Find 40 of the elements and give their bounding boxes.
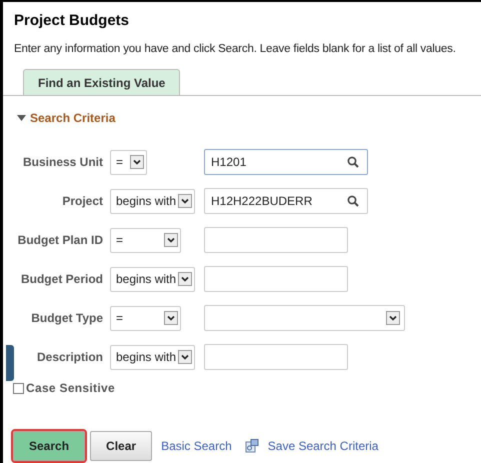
- search-icon[interactable]: [347, 195, 359, 207]
- search-icon[interactable]: [347, 156, 359, 168]
- clear-button[interactable]: Clear: [90, 431, 152, 461]
- field-label: Description: [36, 350, 103, 364]
- lookup-field[interactable]: H1201: [204, 149, 368, 175]
- operator-select[interactable]: begins with: [110, 344, 196, 370]
- operator-select[interactable]: =: [110, 150, 147, 174]
- operator-select[interactable]: begins with: [110, 188, 196, 214]
- input-field[interactable]: [204, 266, 348, 292]
- checkbox-label[interactable]: Case Sensitive: [26, 381, 115, 395]
- basic-search-link[interactable]: Basic Search: [161, 439, 232, 453]
- chevron-icon: [164, 233, 178, 247]
- operator-select[interactable]: begins with: [110, 266, 196, 292]
- input-field[interactable]: [204, 227, 348, 253]
- section-title[interactable]: Search Criteria: [30, 111, 116, 125]
- chevron-icon: [164, 311, 178, 325]
- save-criteria-link[interactable]: Save Search Criteria: [268, 439, 378, 453]
- input-field[interactable]: [204, 344, 348, 370]
- instructions-text: Enter any information you have and click Search. Leave fields blank for a list of all values.: [14, 43, 457, 55]
- chevron-icon: [178, 272, 192, 286]
- field-label: Project: [62, 194, 103, 208]
- page-title: Project Budgets: [14, 12, 130, 29]
- side-panel-handle[interactable]: [6, 345, 14, 381]
- field-label: Business Unit: [22, 155, 103, 169]
- field-label: Budget Period: [20, 272, 103, 286]
- chevron-icon: [178, 194, 192, 208]
- lookup-field[interactable]: H12H222BUDERR: [204, 188, 368, 214]
- chevron-icon: [386, 311, 400, 325]
- chevron-icon: [130, 155, 144, 169]
- field-label: Budget Plan ID: [18, 233, 103, 247]
- checkbox[interactable]: [13, 382, 24, 394]
- collapse-triangle-icon[interactable]: [17, 115, 26, 121]
- document-search-icon[interactable]: [244, 439, 259, 453]
- search-button[interactable]: Search: [13, 431, 86, 461]
- operator-select[interactable]: =: [110, 306, 181, 330]
- dropdown-field[interactable]: [204, 305, 405, 331]
- operator-select[interactable]: =: [110, 228, 181, 252]
- tab[interactable]: Find an Existing Value: [23, 69, 180, 95]
- field-label: Budget Type: [31, 311, 103, 325]
- chevron-icon: [178, 350, 192, 364]
